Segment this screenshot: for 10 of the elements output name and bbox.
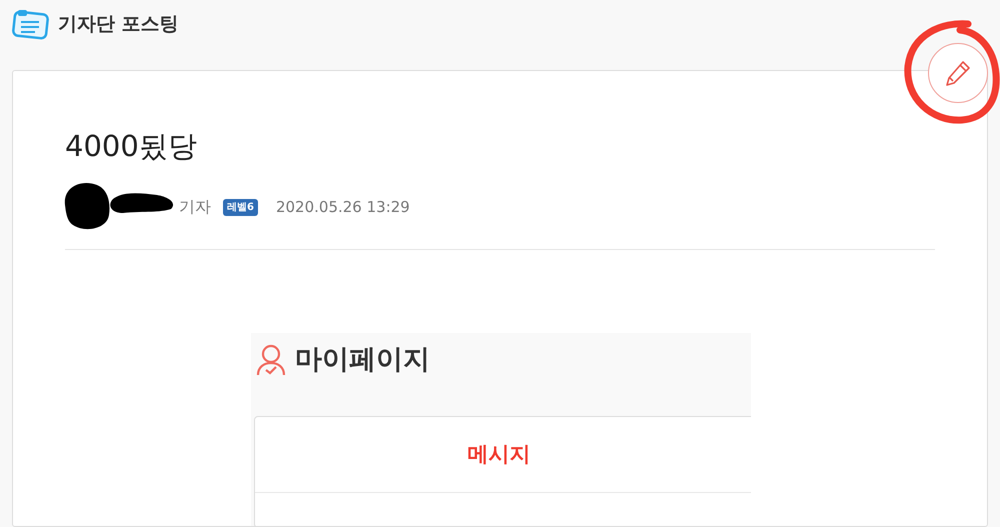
message-tab[interactable]: 메시지 — [468, 438, 530, 470]
page-title: 기자단 포스팅 — [58, 12, 179, 37]
mypage-title: 마이페이지 — [295, 342, 430, 377]
user-check-icon — [255, 343, 287, 377]
author-label: 기자 — [179, 196, 211, 218]
post-title: 4000됬당 — [65, 128, 198, 165]
level-badge: 레벨6 — [223, 198, 258, 216]
post-date: 2020.05.26 13:29 — [276, 196, 410, 218]
pencil-icon — [944, 59, 972, 87]
news-card-icon — [12, 8, 50, 40]
